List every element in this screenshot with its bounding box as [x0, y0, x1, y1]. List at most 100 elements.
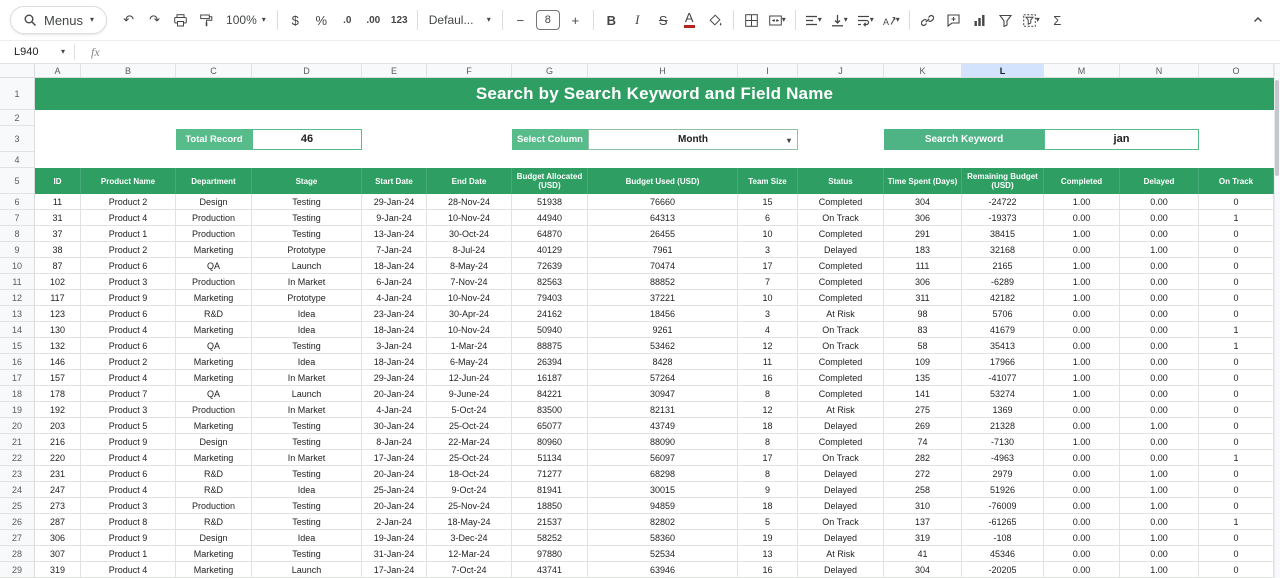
cell[interactable]: 16 — [738, 370, 798, 386]
table-header-cell[interactable]: Remaining Budget (USD) — [962, 168, 1044, 194]
cell[interactable]: 0.00 — [1120, 210, 1199, 226]
cell[interactable]: 282 — [884, 450, 962, 466]
cell[interactable]: 24162 — [512, 306, 588, 322]
cell[interactable]: 231 — [35, 466, 81, 482]
cell[interactable]: -20205 — [962, 562, 1044, 578]
cell[interactable]: 0 — [1199, 258, 1274, 274]
cell[interactable]: In Market — [252, 450, 362, 466]
table-header-cell[interactable]: ID — [35, 168, 81, 194]
cell[interactable]: Marketing — [176, 546, 252, 562]
cell[interactable]: Launch — [252, 562, 362, 578]
cell[interactable]: Product 2 — [81, 242, 176, 258]
insert-chart-button[interactable] — [967, 7, 992, 33]
cell[interactable]: 0 — [1199, 418, 1274, 434]
undo-button[interactable]: ↶ — [116, 7, 141, 33]
cell[interactable]: 319 — [884, 530, 962, 546]
cell[interactable]: Product 4 — [81, 370, 176, 386]
cell[interactable]: At Risk — [798, 402, 884, 418]
cell[interactable]: 8-May-24 — [427, 258, 512, 274]
cell[interactable]: Completed — [798, 354, 884, 370]
cell[interactable]: 83 — [884, 322, 962, 338]
cell[interactable]: 35413 — [962, 338, 1044, 354]
cell[interactable]: 21537 — [512, 514, 588, 530]
cell[interactable]: 53462 — [588, 338, 738, 354]
cell[interactable]: 0.00 — [1044, 210, 1120, 226]
cell[interactable]: Delayed — [798, 466, 884, 482]
cell[interactable]: Product 4 — [81, 482, 176, 498]
cell[interactable]: 43741 — [512, 562, 588, 578]
cell[interactable]: 310 — [884, 498, 962, 514]
cell[interactable]: 12-Mar-24 — [427, 546, 512, 562]
row-header-10[interactable]: 10 — [0, 258, 35, 274]
cell[interactable]: Marketing — [176, 450, 252, 466]
cell[interactable]: 50940 — [512, 322, 588, 338]
row-header-22[interactable]: 22 — [0, 450, 35, 466]
redo-button[interactable]: ↷ — [142, 7, 167, 33]
hide-menus-button[interactable] — [1245, 7, 1270, 33]
cell[interactable]: 13 — [738, 546, 798, 562]
row-header-17[interactable]: 17 — [0, 370, 35, 386]
cell[interactable]: At Risk — [798, 306, 884, 322]
cell[interactable]: 9261 — [588, 322, 738, 338]
cell[interactable]: 21328 — [962, 418, 1044, 434]
cell[interactable]: Marketing — [176, 562, 252, 578]
cell[interactable]: 6 — [738, 210, 798, 226]
cell[interactable]: At Risk — [798, 546, 884, 562]
cell[interactable]: 306 — [884, 274, 962, 290]
cell[interactable]: 30-Oct-24 — [427, 226, 512, 242]
cell[interactable]: 0.00 — [1044, 450, 1120, 466]
cell[interactable]: R&D — [176, 514, 252, 530]
cell[interactable]: Idea — [252, 306, 362, 322]
cell[interactable]: 3-Jan-24 — [362, 338, 427, 354]
cell[interactable]: 44940 — [512, 210, 588, 226]
cell[interactable]: 135 — [884, 370, 962, 386]
cell[interactable]: 247 — [35, 482, 81, 498]
cell[interactable]: Design — [176, 530, 252, 546]
column-header-O[interactable]: O — [1199, 64, 1274, 78]
cell[interactable]: 0.00 — [1120, 370, 1199, 386]
cell[interactable]: 58360 — [588, 530, 738, 546]
cell[interactable]: On Track — [798, 514, 884, 530]
cell[interactable]: 319 — [35, 562, 81, 578]
cell[interactable]: 58 — [884, 338, 962, 354]
column-header-L[interactable]: L — [962, 64, 1044, 78]
cell[interactable]: R&D — [176, 482, 252, 498]
select-all-corner[interactable] — [0, 64, 35, 78]
cell[interactable]: 1.00 — [1044, 226, 1120, 242]
cell[interactable]: 82802 — [588, 514, 738, 530]
cell[interactable]: 29-Jan-24 — [362, 194, 427, 210]
cell[interactable]: 0 — [1199, 498, 1274, 514]
search-keyword-button[interactable]: Search Keyword — [884, 129, 1044, 150]
cell[interactable]: 70474 — [588, 258, 738, 274]
scrollbar-thumb[interactable] — [1275, 80, 1279, 176]
more-formats-button[interactable]: 123 — [387, 7, 412, 33]
cell[interactable]: Product 4 — [81, 562, 176, 578]
text-color-button[interactable]: A — [677, 7, 702, 33]
cell[interactable]: 1.00 — [1120, 466, 1199, 482]
cell[interactable]: 8-Jan-24 — [362, 434, 427, 450]
cell[interactable]: 0.00 — [1120, 226, 1199, 242]
strikethrough-button[interactable]: S — [651, 7, 676, 33]
row-header-15[interactable]: 15 — [0, 338, 35, 354]
decrease-decimal-button[interactable]: .0 — [335, 7, 360, 33]
cell[interactable]: 12 — [738, 338, 798, 354]
column-header-K[interactable]: K — [884, 64, 962, 78]
insert-comment-button[interactable] — [941, 7, 966, 33]
cell[interactable]: Production — [176, 498, 252, 514]
cell[interactable]: 8-Jul-24 — [427, 242, 512, 258]
cell[interactable]: 4 — [738, 322, 798, 338]
cell[interactable]: Product 4 — [81, 322, 176, 338]
cell[interactable]: 28-Nov-24 — [427, 194, 512, 210]
cell[interactable]: 2979 — [962, 466, 1044, 482]
cell[interactable]: 0.00 — [1044, 338, 1120, 354]
cell[interactable]: 6-May-24 — [427, 354, 512, 370]
row-header-8[interactable]: 8 — [0, 226, 35, 242]
filter-views-button[interactable]: ▾ — [1019, 7, 1044, 33]
row-header-16[interactable]: 16 — [0, 354, 35, 370]
cell[interactable]: 7 — [738, 274, 798, 290]
cell[interactable]: 71277 — [512, 466, 588, 482]
cell[interactable]: 1.00 — [1044, 434, 1120, 450]
cell[interactable]: On Track — [798, 338, 884, 354]
cell[interactable]: 23-Jan-24 — [362, 306, 427, 322]
print-button[interactable] — [168, 7, 193, 33]
